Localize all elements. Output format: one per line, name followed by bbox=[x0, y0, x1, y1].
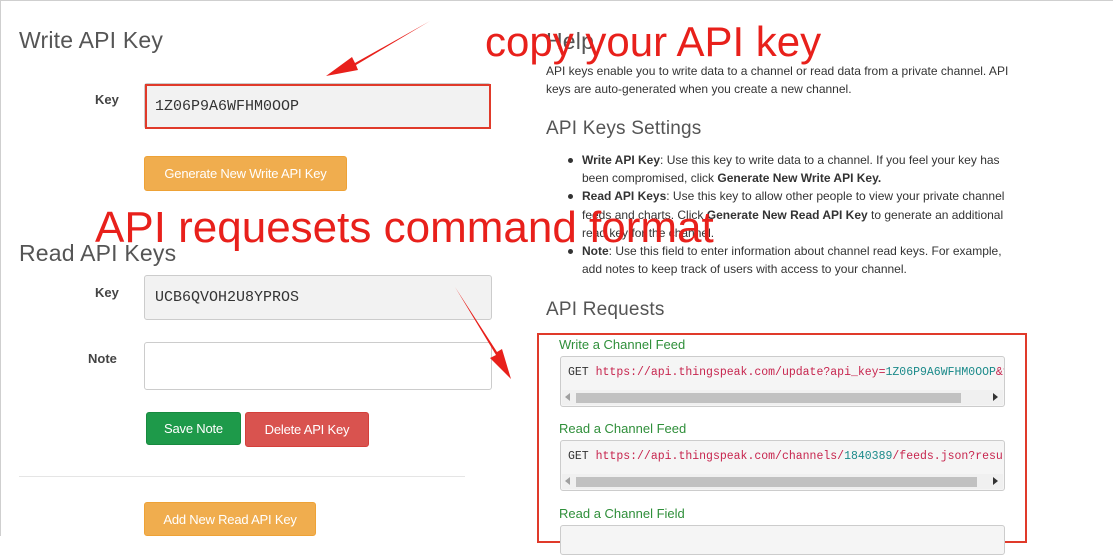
arrow-to-api-requests-icon bbox=[455, 287, 511, 379]
annotation-copy-api-key: copy your API key bbox=[485, 18, 822, 65]
annotation-arrows bbox=[326, 21, 511, 379]
annotation-command-format: API requesets command format bbox=[95, 203, 714, 252]
arrow-to-write-key-icon bbox=[326, 21, 430, 76]
